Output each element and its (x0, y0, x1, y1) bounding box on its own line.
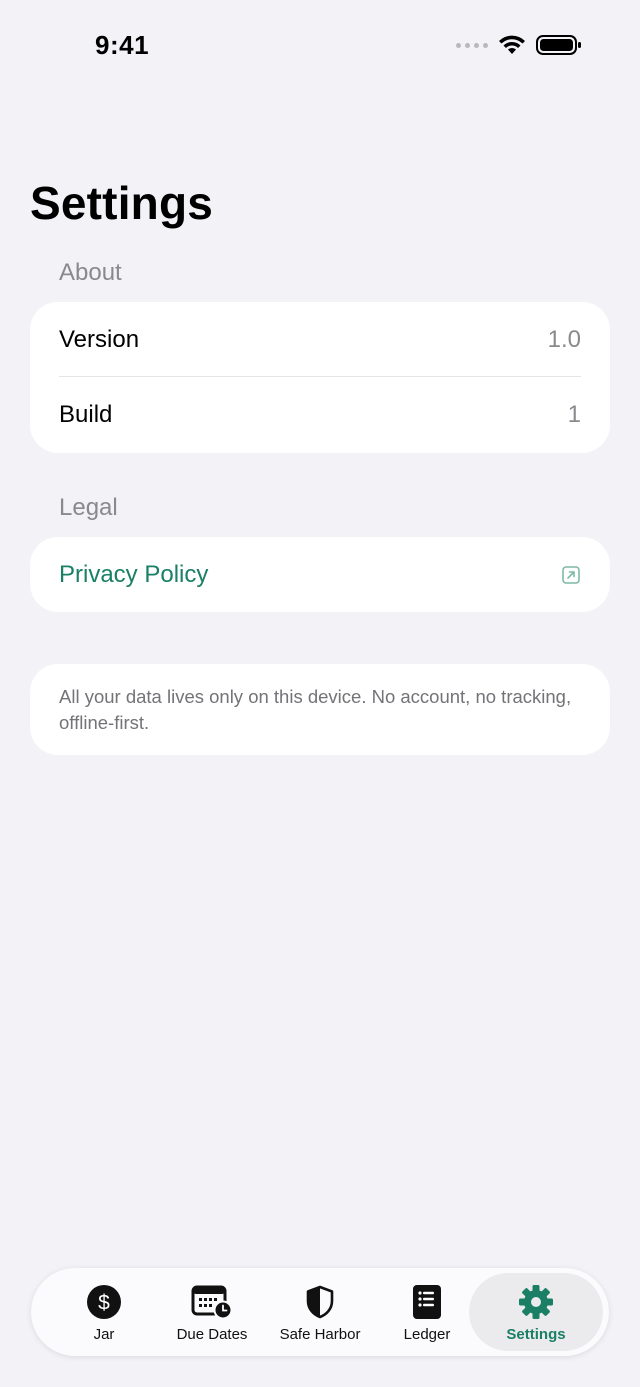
version-value: 1.0 (547, 325, 581, 353)
build-value: 1 (567, 400, 581, 428)
privacy-policy-link[interactable]: Privacy Policy (59, 561, 208, 589)
gear-icon (518, 1284, 554, 1320)
build-label: Build (59, 400, 113, 428)
tab-due-dates[interactable]: Due Dates (157, 1268, 267, 1356)
list-book-icon (412, 1284, 442, 1320)
tab-bar: $ Jar Due Dates Safe Harbor Ledger Setti… (31, 1268, 609, 1356)
section-header-legal: Legal (59, 494, 118, 521)
calendar-clock-icon (191, 1284, 233, 1320)
legal-card: Privacy Policy (30, 537, 610, 612)
battery-icon (536, 34, 582, 56)
tab-due-dates-label: Due Dates (176, 1326, 248, 1343)
tab-ledger-label: Ledger (403, 1326, 451, 1343)
about-card: Version 1.0 Build 1 (30, 302, 610, 453)
tab-ledger[interactable]: Ledger (372, 1268, 482, 1356)
wifi-icon (498, 34, 526, 56)
tab-safe-harbor[interactable]: Safe Harbor (265, 1268, 375, 1356)
tab-jar[interactable]: $ Jar (49, 1268, 159, 1356)
external-link-icon (561, 565, 581, 585)
privacy-policy-row[interactable]: Privacy Policy (30, 537, 610, 612)
status-indicators (456, 34, 582, 56)
version-label: Version (59, 325, 140, 353)
version-row: Version 1.0 (30, 302, 610, 377)
privacy-note-text: All your data lives only on this device.… (59, 686, 572, 733)
tab-jar-label: Jar (93, 1326, 115, 1343)
svg-text:$: $ (98, 1292, 110, 1315)
page-title: Settings (30, 177, 214, 229)
cellular-signal-icon (456, 42, 488, 48)
build-row: Build 1 (30, 377, 610, 452)
dollar-circle-icon: $ (87, 1284, 121, 1320)
settings-screen: 9:41 Settings About Version 1.0 Build 1 … (0, 0, 640, 1387)
shield-icon (305, 1284, 335, 1320)
tab-safe-harbor-label: Safe Harbor (279, 1326, 361, 1343)
status-time: 9:41 (95, 30, 150, 60)
tab-settings[interactable]: Settings (481, 1268, 591, 1356)
section-header-about: About (59, 259, 122, 286)
privacy-note-card: All your data lives only on this device.… (30, 664, 610, 755)
tab-settings-label: Settings (506, 1326, 566, 1343)
